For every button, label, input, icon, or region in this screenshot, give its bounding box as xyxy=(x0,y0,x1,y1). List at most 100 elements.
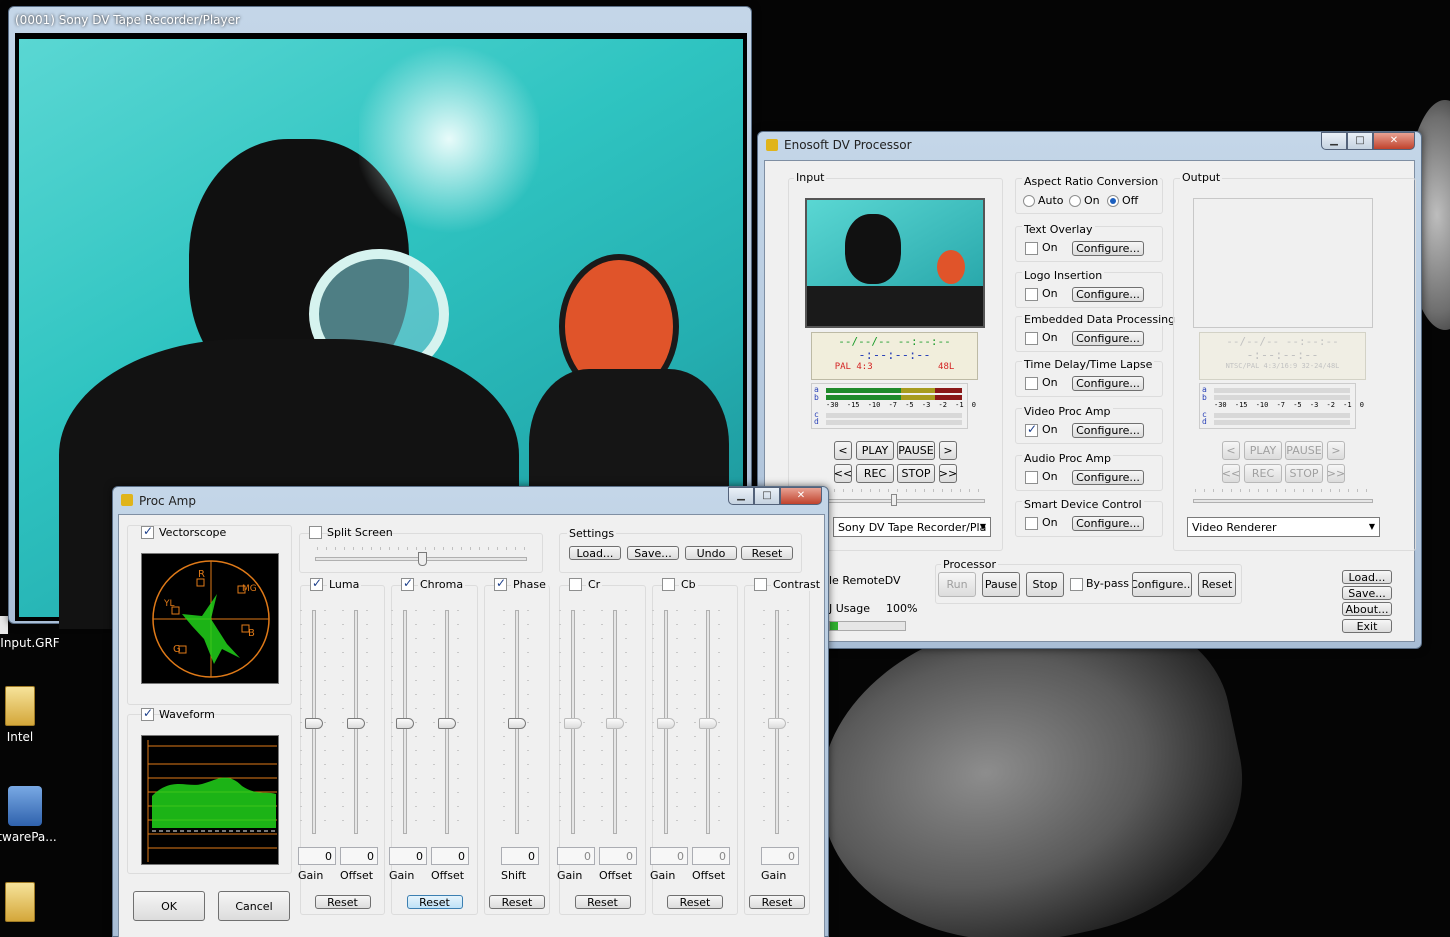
stop-button[interactable]: Stop xyxy=(1026,572,1064,597)
input-seek-thumb[interactable] xyxy=(891,494,897,506)
value-field[interactable]: 0 xyxy=(298,847,336,865)
aspect-auto-radio[interactable] xyxy=(1023,195,1035,207)
proc-group-checkbox[interactable] xyxy=(401,576,414,591)
proc-group-reset-button[interactable]: Reset xyxy=(314,895,371,909)
slider-thumb[interactable] xyxy=(606,718,624,729)
value-field[interactable]: 0 xyxy=(501,847,539,865)
module-configure-button[interactable]: Configure... xyxy=(1072,376,1144,391)
module-configure-button[interactable]: Configure... xyxy=(1072,516,1144,531)
input-device-combo[interactable]: Sony DV Tape Recorder/Pla xyxy=(833,517,991,537)
input-pause-button[interactable]: PAUSE xyxy=(897,441,935,460)
slider-thumb[interactable] xyxy=(508,718,526,729)
proc-group-reset-button[interactable]: Reset xyxy=(406,895,463,909)
desktop-icon-input-grf[interactable]: Input.GRF xyxy=(0,616,85,650)
waveform-checkbox[interactable] xyxy=(141,706,154,721)
proc-group-checkbox[interactable] xyxy=(754,578,767,591)
slider-thumb[interactable] xyxy=(657,718,675,729)
minimize-icon[interactable]: ▁ xyxy=(728,487,754,505)
dvp-load-button[interactable]: Load... xyxy=(1342,570,1392,584)
output-next-button[interactable]: > xyxy=(1327,441,1345,460)
module-on-checkbox[interactable] xyxy=(1025,517,1038,530)
output-rec-button[interactable]: REC xyxy=(1244,464,1282,483)
proc-group-checkbox[interactable] xyxy=(494,576,507,591)
proc-group-checkbox[interactable] xyxy=(569,578,582,591)
ok-button[interactable]: OK xyxy=(133,891,205,921)
proc-group-checkbox[interactable] xyxy=(310,576,323,591)
aspect-on-radio[interactable] xyxy=(1069,195,1081,207)
close-icon[interactable]: ✕ xyxy=(1373,132,1415,150)
value-field[interactable]: 0 xyxy=(692,847,730,865)
settings-load-button[interactable]: Load... xyxy=(569,546,621,560)
slider-thumb[interactable] xyxy=(564,718,582,729)
output-prev-button[interactable]: < xyxy=(1222,441,1240,460)
output-pause-button[interactable]: PAUSE xyxy=(1285,441,1323,460)
maximize-icon[interactable]: □ xyxy=(1347,132,1373,150)
input-stop-button[interactable]: STOP xyxy=(897,464,935,483)
module-on-checkbox[interactable] xyxy=(1025,242,1038,255)
dvp-save-button[interactable]: Save... xyxy=(1342,586,1392,600)
value-field[interactable]: 0 xyxy=(340,847,378,865)
dv-processor-window[interactable]: Enosoft DV Processor ▁ □ ✕ Input --/--/-… xyxy=(757,131,1422,649)
proc-amp-window[interactable]: Proc Amp ▁ □ ✕ Vectorscope R MG YL B xyxy=(112,486,829,937)
bypass-checkbox[interactable] xyxy=(1070,578,1083,591)
desktop-icon-folder[interactable] xyxy=(0,882,75,926)
module-on-checkbox[interactable] xyxy=(1025,332,1038,345)
input-next-button[interactable]: > xyxy=(939,441,957,460)
proc-group-reset-button[interactable]: Reset xyxy=(489,895,545,909)
desktop-icon-intel[interactable]: Intel xyxy=(0,686,75,744)
vectorscope-checkbox[interactable] xyxy=(141,524,154,539)
slider-thumb[interactable] xyxy=(699,718,717,729)
run-button[interactable]: Run xyxy=(938,572,976,597)
settings-undo-button[interactable]: Undo xyxy=(685,546,737,560)
module-configure-button[interactable]: Configure... xyxy=(1072,470,1144,485)
module-configure-button[interactable]: Configure... xyxy=(1072,287,1144,302)
output-stop-button[interactable]: STOP xyxy=(1285,464,1323,483)
module-configure-button[interactable]: Configure... xyxy=(1072,423,1144,438)
dvp-about-button[interactable]: About... xyxy=(1342,602,1392,616)
slider-thumb[interactable] xyxy=(305,718,323,729)
minimize-icon[interactable]: ▁ xyxy=(1321,132,1347,150)
close-icon[interactable]: ✕ xyxy=(780,487,822,505)
output-play-button[interactable]: PLAY xyxy=(1244,441,1282,460)
slider-thumb[interactable] xyxy=(438,718,456,729)
module-on-checkbox[interactable] xyxy=(1025,422,1038,437)
input-rewind-button[interactable]: << xyxy=(834,464,852,483)
input-play-button[interactable]: PLAY xyxy=(856,441,894,460)
pause-button[interactable]: Pause xyxy=(982,572,1020,597)
module-configure-button[interactable]: Configure... xyxy=(1072,241,1144,256)
slider-thumb[interactable] xyxy=(347,718,365,729)
input-rec-button[interactable]: REC xyxy=(856,464,894,483)
value-field[interactable]: 0 xyxy=(557,847,595,865)
value-field[interactable]: 0 xyxy=(389,847,427,865)
value-field[interactable]: 0 xyxy=(650,847,688,865)
dvp-exit-button[interactable]: Exit xyxy=(1342,619,1392,633)
output-device-combo[interactable]: Video Renderer xyxy=(1187,517,1380,537)
proc-group-reset-button[interactable]: Reset xyxy=(574,895,631,909)
processor-reset-button[interactable]: Reset xyxy=(1198,572,1236,597)
value-field[interactable]: 0 xyxy=(599,847,637,865)
proc-group-reset-button[interactable]: Reset xyxy=(749,895,805,909)
cancel-button[interactable]: Cancel xyxy=(218,891,290,921)
slider-thumb[interactable] xyxy=(768,718,786,729)
module-on-checkbox[interactable] xyxy=(1025,471,1038,484)
input-prev-button[interactable]: < xyxy=(834,441,852,460)
aspect-off-radio[interactable] xyxy=(1107,195,1119,207)
proc-group-reset-button[interactable]: Reset xyxy=(667,895,723,909)
settings-save-button[interactable]: Save... xyxy=(627,546,679,560)
settings-reset-button[interactable]: Reset xyxy=(741,546,793,560)
desktop-icon-softwarepa[interactable]: ftwarePa... xyxy=(0,786,80,844)
output-seek-slider[interactable] xyxy=(1193,499,1373,503)
module-on-checkbox[interactable] xyxy=(1025,377,1038,390)
output-rewind-button[interactable]: << xyxy=(1222,464,1240,483)
split-screen-thumb[interactable] xyxy=(418,552,427,566)
maximize-icon[interactable]: □ xyxy=(754,487,780,505)
output-ff-button[interactable]: >> xyxy=(1327,464,1345,483)
split-screen-checkbox[interactable] xyxy=(309,526,322,539)
value-field[interactable]: 0 xyxy=(431,847,469,865)
processor-configure-button[interactable]: Configure... xyxy=(1132,572,1192,597)
value-field[interactable]: 0 xyxy=(761,847,799,865)
input-ff-button[interactable]: >> xyxy=(939,464,957,483)
slider-thumb[interactable] xyxy=(396,718,414,729)
proc-group-checkbox[interactable] xyxy=(662,578,675,591)
module-configure-button[interactable]: Configure... xyxy=(1072,331,1144,346)
